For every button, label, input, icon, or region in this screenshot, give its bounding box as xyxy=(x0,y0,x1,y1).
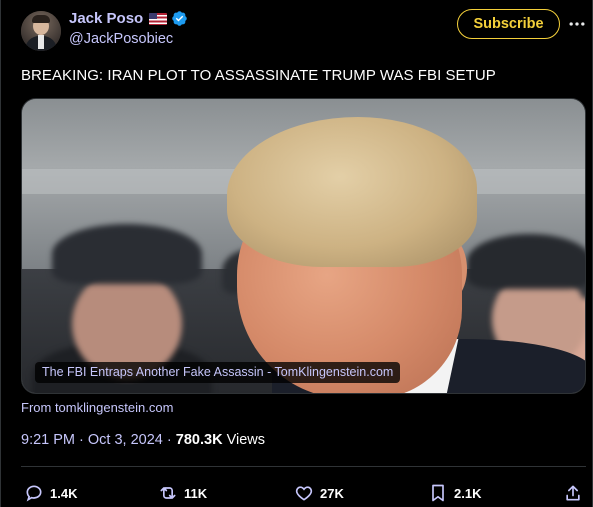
reply-icon xyxy=(26,485,42,502)
tweet-date[interactable]: Oct 3, 2024 xyxy=(88,432,163,448)
views-count: 780.3K xyxy=(175,432,223,448)
us-flag-icon xyxy=(149,12,168,25)
bookmark-button[interactable]: 2.1K xyxy=(428,482,481,504)
tweet-time[interactable]: 9:21 PM xyxy=(21,432,75,448)
more-icon[interactable] xyxy=(567,14,587,34)
author-display-name[interactable]: Jack Poso xyxy=(69,10,143,27)
media-caption: The FBI Entraps Another Fake Assassin - … xyxy=(35,362,401,383)
meta-separator: · xyxy=(166,432,172,448)
repost-count: 11K xyxy=(184,485,208,501)
bookmark-count: 2.1K xyxy=(454,485,482,501)
subscribe-button[interactable]: Subscribe xyxy=(457,9,560,39)
verified-icon[interactable] xyxy=(171,10,188,27)
media-card[interactable]: The FBI Entraps Another Fake Assassin - … xyxy=(21,98,586,394)
views-label: Views xyxy=(226,432,265,448)
divider xyxy=(21,466,586,467)
repost-button[interactable]: 11K xyxy=(158,482,207,504)
reply-button[interactable]: 1.4K xyxy=(24,482,77,504)
meta-separator: · xyxy=(79,432,84,448)
bookmark-icon xyxy=(432,484,444,502)
author-name-row: Jack Poso xyxy=(69,10,188,27)
tweet-text: BREAKING: IRAN PLOT TO ASSASSINATE TRUMP… xyxy=(21,67,496,84)
source-link[interactable]: From tomklingenstein.com xyxy=(21,400,173,415)
like-button[interactable]: 27K xyxy=(294,482,344,504)
like-count: 27K xyxy=(320,485,344,501)
author-handle[interactable]: @JackPosobiec xyxy=(69,31,173,47)
share-icon xyxy=(566,485,580,501)
like-icon xyxy=(295,486,313,501)
avatar[interactable] xyxy=(21,11,61,51)
left-border xyxy=(0,0,1,507)
reply-count: 1.4K xyxy=(50,485,78,501)
article-photo xyxy=(22,99,585,393)
tweet-meta: 9:21 PM · Oct 3, 2024 · 780.3K Views xyxy=(21,432,265,448)
repost-icon xyxy=(160,487,176,499)
share-button[interactable] xyxy=(563,482,583,504)
